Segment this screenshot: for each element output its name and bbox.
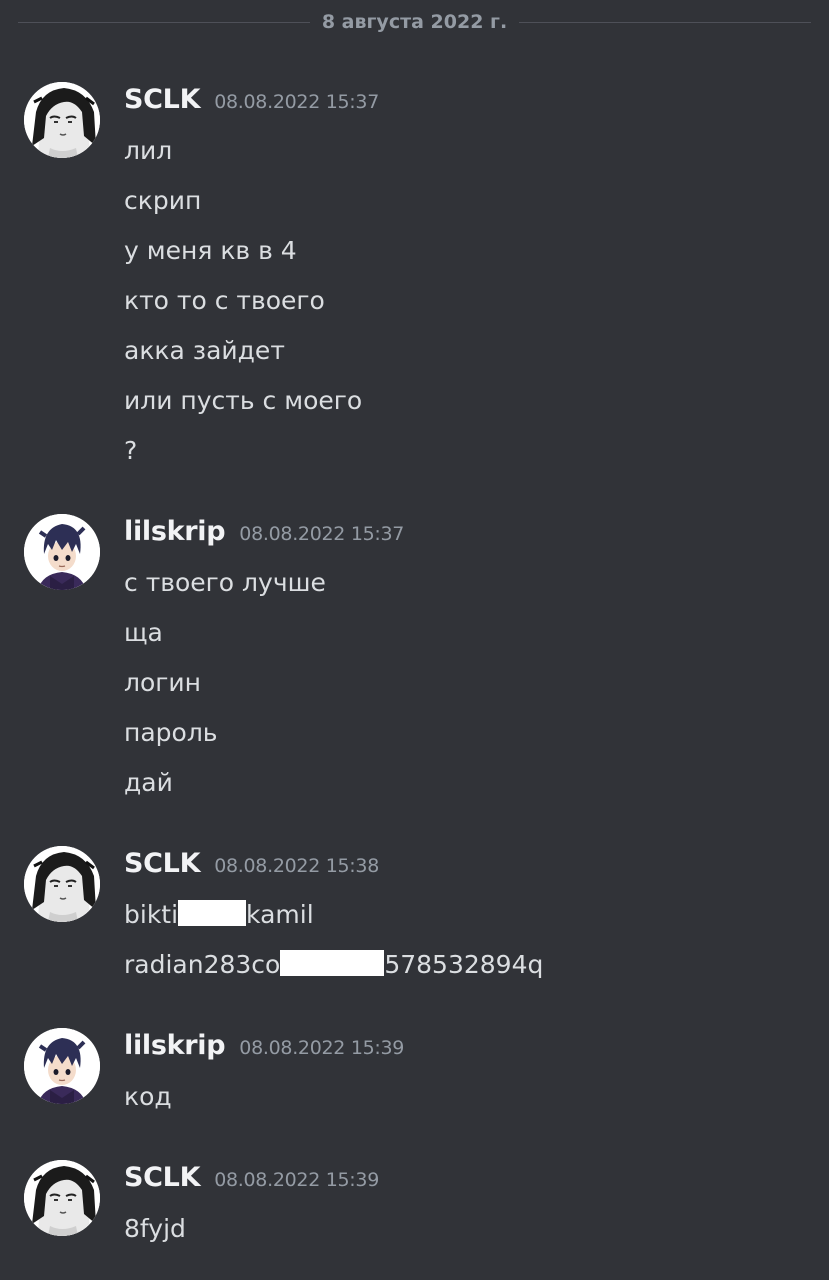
username[interactable]: lilskrip — [124, 1030, 226, 1061]
timestamp: 08.08.2022 15:39 — [239, 1037, 405, 1059]
message-line: у меня кв в 4 — [124, 236, 297, 265]
message-line: пароль — [124, 718, 218, 747]
message-lines: код — [124, 1072, 172, 1122]
username[interactable]: SCLK — [124, 848, 201, 879]
message-line-login: bikti kamil — [124, 890, 543, 940]
message-line: или пусть с моего — [124, 386, 363, 415]
message-line: дай — [124, 768, 173, 797]
message-line: кто то с твоего — [124, 286, 325, 315]
redaction-block — [178, 900, 247, 926]
message-line: ща — [124, 618, 163, 647]
timestamp: 08.08.2022 15:37 — [239, 523, 405, 545]
message-line: логин — [124, 668, 202, 697]
message-line: 8fyjd — [124, 1214, 186, 1243]
message-lines: bikti kamil radian283co 578532894q — [124, 890, 543, 990]
message-header: SCLK 08.08.2022 15:38 — [124, 848, 379, 879]
date-divider-label: 8 августа 2022 г. — [321, 11, 508, 33]
sclk-avatar[interactable] — [24, 846, 100, 922]
message-line: скрип — [124, 186, 202, 215]
message-line: с твоего лучше — [124, 568, 326, 597]
login-suffix: kamil — [246, 900, 314, 929]
message-line: ? — [124, 436, 138, 465]
purple-hair-avatar-icon — [24, 514, 100, 590]
manga-avatar-icon — [24, 82, 100, 158]
divider-line-left — [18, 22, 310, 23]
timestamp: 08.08.2022 15:38 — [214, 855, 379, 877]
lilskrip-avatar[interactable] — [24, 514, 100, 590]
message-line: лил — [124, 136, 173, 165]
username[interactable]: lilskrip — [124, 516, 226, 547]
purple-hair-avatar-icon — [24, 1028, 100, 1104]
message-lines: 8fyjd — [124, 1204, 186, 1254]
message-header: lilskrip 08.08.2022 15:37 — [124, 516, 404, 547]
manga-avatar-icon — [24, 846, 100, 922]
redaction-block — [280, 950, 385, 976]
message-lines: с твоего лучше ща логин пароль дай — [124, 558, 326, 808]
divider-line-right — [519, 22, 811, 23]
username[interactable]: SCLK — [124, 84, 201, 115]
date-divider: 8 августа 2022 г. — [18, 11, 811, 33]
message-line-password: radian283co 578532894q — [124, 940, 543, 990]
sclk-avatar[interactable] — [24, 1160, 100, 1236]
sclk-avatar[interactable] — [24, 82, 100, 158]
login-prefix: bikti — [124, 900, 179, 929]
password-prefix: radian283co — [124, 950, 281, 979]
lilskrip-avatar[interactable] — [24, 1028, 100, 1104]
message-header: SCLK 08.08.2022 15:39 — [124, 1162, 379, 1193]
manga-avatar-icon — [24, 1160, 100, 1236]
message-line: код — [124, 1082, 172, 1111]
password-suffix: 578532894q — [384, 950, 544, 979]
timestamp: 08.08.2022 15:37 — [214, 91, 379, 113]
message-lines: лил скрип у меня кв в 4 кто то с твоего … — [124, 126, 362, 476]
username[interactable]: SCLK — [124, 1162, 201, 1193]
message-header: SCLK 08.08.2022 15:37 — [124, 84, 379, 115]
timestamp: 08.08.2022 15:39 — [214, 1169, 379, 1191]
message-header: lilskrip 08.08.2022 15:39 — [124, 1030, 404, 1061]
message-line: акка зайдет — [124, 336, 285, 365]
